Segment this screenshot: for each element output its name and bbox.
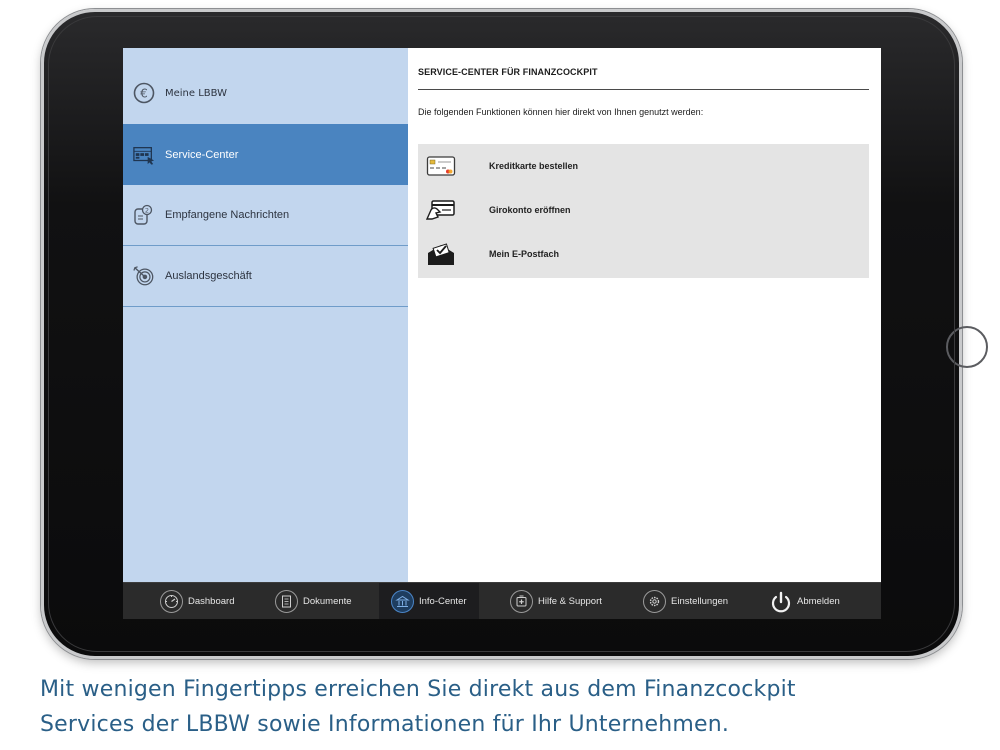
sidebar-item-service-center[interactable]: Service-Center [123,124,408,185]
bottom-tab-bar: Dashboard Dokumente Info-Center Hilfe & … [123,582,881,619]
tab-hilfe-support[interactable]: Hilfe & Support [510,583,602,619]
app-screen: € Meine LBBW Service-Center 2 Empfangene… [123,48,881,619]
settings-icon [643,590,666,613]
documents-icon [275,590,298,613]
power-icon [769,590,792,613]
sidebar-item-label: Service-Center [165,148,239,161]
svg-text:€: € [140,87,148,101]
sidebar-item-auslandsgeschaeft[interactable]: Auslandsgeschäft [123,246,408,307]
sidebar-item-meine-lbbw[interactable]: € Meine LBBW [123,62,408,124]
euro-icon: € [133,82,155,104]
tab-info-center[interactable]: Info-Center [379,583,479,619]
function-item-kreditkarte[interactable]: Kreditkarte bestellen [418,144,869,188]
page-description: Die folgenden Funktionen können hier dir… [418,107,704,117]
sidebar: € Meine LBBW Service-Center 2 Empfangene… [123,48,408,582]
hand-card-icon [426,197,456,223]
tab-label: Dashboard [188,596,235,607]
credit-card-icon [426,153,456,179]
function-label: Kreditkarte bestellen [489,161,579,171]
help-support-icon [510,590,533,613]
page-title: SERVICE-CENTER FÜR FINANZCOCKPIT [418,67,598,77]
sidebar-item-label: Empfangene Nachrichten [165,209,290,221]
tab-label: Abmelden [797,596,840,607]
service-center-icon [133,144,155,166]
tab-dashboard[interactable]: Dashboard [160,583,234,619]
mailbox-icon [426,241,456,267]
tab-dokumente[interactable]: Dokumente [275,583,352,619]
tab-abmelden[interactable]: Abmelden [769,583,840,619]
dashboard-icon [160,590,183,613]
sidebar-item-label: Meine LBBW [165,87,228,99]
tab-label: Einstellungen [671,596,729,607]
tab-label: Info-Center [419,596,467,607]
function-label: Girokonto eröffnen [489,205,571,215]
sidebar-item-label: Auslandsgeschäft [165,270,252,282]
function-label: Mein E-Postfach [489,249,560,259]
function-list: Kreditkarte bestellen Girokonto eröffnen [418,144,869,278]
info-center-icon [391,590,414,613]
tab-label: Hilfe & Support [538,596,602,607]
function-item-e-postfach[interactable]: Mein E-Postfach [418,232,869,276]
svg-text:2: 2 [145,207,149,215]
tab-einstellungen[interactable]: Einstellungen [643,583,728,619]
main-content: SERVICE-CENTER FÜR FINANZCOCKPIT Die fol… [408,48,881,582]
caption-line-2: Services der LBBW sowie Informationen fü… [40,712,730,737]
target-icon [133,265,155,287]
sidebar-item-empfangene-nachrichten[interactable]: 2 Empfangene Nachrichten [123,185,408,246]
home-button[interactable] [946,326,988,368]
caption-line-1: Mit wenigen Fingertipps erreichen Sie di… [40,677,796,702]
function-item-girokonto[interactable]: Girokonto eröffnen [418,188,869,232]
title-divider [418,89,869,90]
promo-caption: Mit wenigen Fingertipps erreichen Sie di… [40,672,980,742]
tab-label: Dokumente [303,596,352,607]
messages-icon: 2 [133,204,155,226]
